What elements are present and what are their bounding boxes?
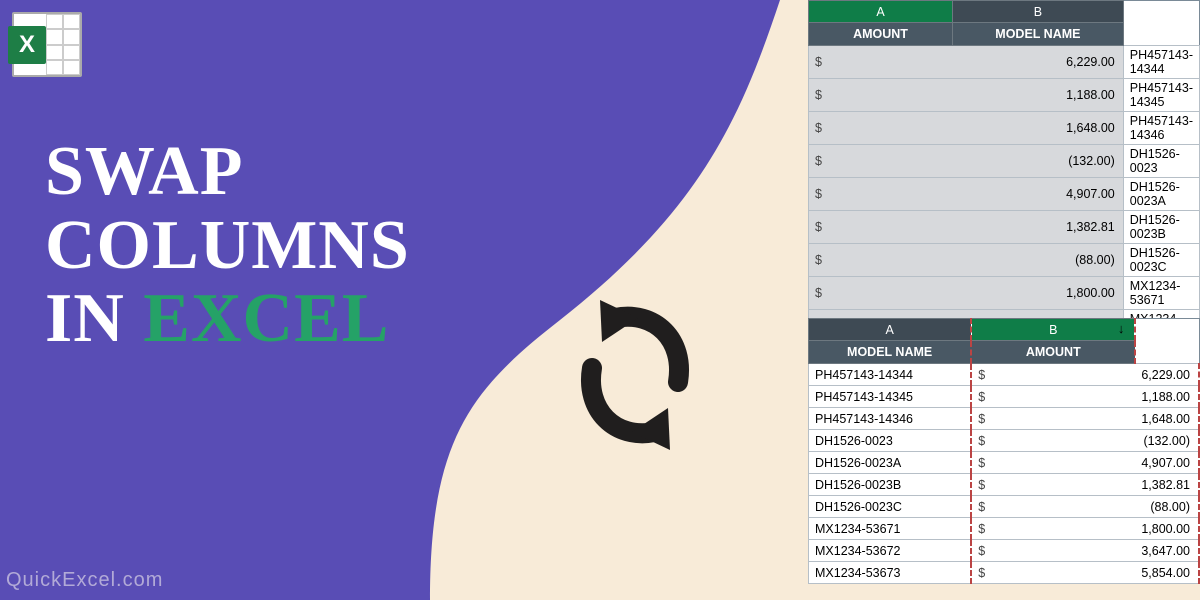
- page: X SWAP COLUMNS IN EXCEL QuickExcel.com A: [0, 0, 1200, 600]
- col-letter-b[interactable]: B: [953, 1, 1124, 23]
- header-model: MODEL NAME: [953, 23, 1124, 46]
- table-row: $(132.00)DH1526-0023: [809, 145, 1200, 178]
- down-arrow-cursor-icon: ↓: [1118, 321, 1125, 336]
- table-row: $1,382.81DH1526-0023B: [809, 211, 1200, 244]
- table-row: $4,907.00DH1526-0023A: [809, 178, 1200, 211]
- headline: SWAP COLUMNS IN EXCEL: [45, 135, 410, 356]
- table-row: DH1526-0023B$1,382.81: [809, 474, 1200, 496]
- column-letter-row: A B: [809, 1, 1200, 23]
- header-amount: AMOUNT: [971, 341, 1135, 364]
- header-amount: AMOUNT: [809, 23, 953, 46]
- col-letter-a[interactable]: A: [809, 1, 953, 23]
- col-letter-b-text: B: [1049, 323, 1057, 337]
- headline-line-2: COLUMNS: [45, 209, 410, 283]
- table-row: $1,800.00MX1234-53671: [809, 277, 1200, 310]
- excel-badge-letter: X: [8, 26, 46, 64]
- header-row: MODEL NAME AMOUNT: [809, 341, 1200, 364]
- swap-arrows-icon: [560, 290, 710, 465]
- table-row: $6,229.00PH457143-14344: [809, 46, 1200, 79]
- table-row: MX1234-53673$5,854.00: [809, 562, 1200, 584]
- headline-in: IN: [45, 280, 143, 357]
- column-letter-row: A B↓: [809, 319, 1200, 341]
- excel-grid-icon: [46, 14, 80, 75]
- table-row: DH1526-0023$(132.00): [809, 430, 1200, 452]
- table-row: DH1526-0023A$4,907.00: [809, 452, 1200, 474]
- header-model: MODEL NAME: [809, 341, 972, 364]
- col-letter-a[interactable]: A: [809, 319, 972, 341]
- table-row: $(88.00)DH1526-0023C: [809, 244, 1200, 277]
- headline-line-1: SWAP: [45, 135, 410, 209]
- table-row: PH457143-14344$6,229.00: [809, 364, 1200, 386]
- table-row: PH457143-14346$1,648.00: [809, 408, 1200, 430]
- headline-excel: EXCEL: [143, 280, 389, 357]
- table-body-after: PH457143-14344$6,229.00 PH457143-14345$1…: [809, 364, 1200, 584]
- table-after: A B↓ MODEL NAME AMOUNT PH457143-14344$6,…: [808, 318, 1200, 584]
- col-letter-b[interactable]: B↓: [971, 319, 1135, 341]
- header-row: AMOUNT MODEL NAME: [809, 23, 1200, 46]
- table-row: MX1234-53671$1,800.00: [809, 518, 1200, 540]
- table-row: $1,188.00PH457143-14345: [809, 79, 1200, 112]
- table-row: $1,648.00PH457143-14346: [809, 112, 1200, 145]
- watermark: QuickExcel.com: [6, 569, 163, 592]
- excel-icon: X: [12, 12, 82, 77]
- table-row: DH1526-0023C$(88.00): [809, 496, 1200, 518]
- table-row: PH457143-14345$1,188.00: [809, 386, 1200, 408]
- headline-line-3: IN EXCEL: [45, 282, 410, 356]
- table-row: MX1234-53672$3,647.00: [809, 540, 1200, 562]
